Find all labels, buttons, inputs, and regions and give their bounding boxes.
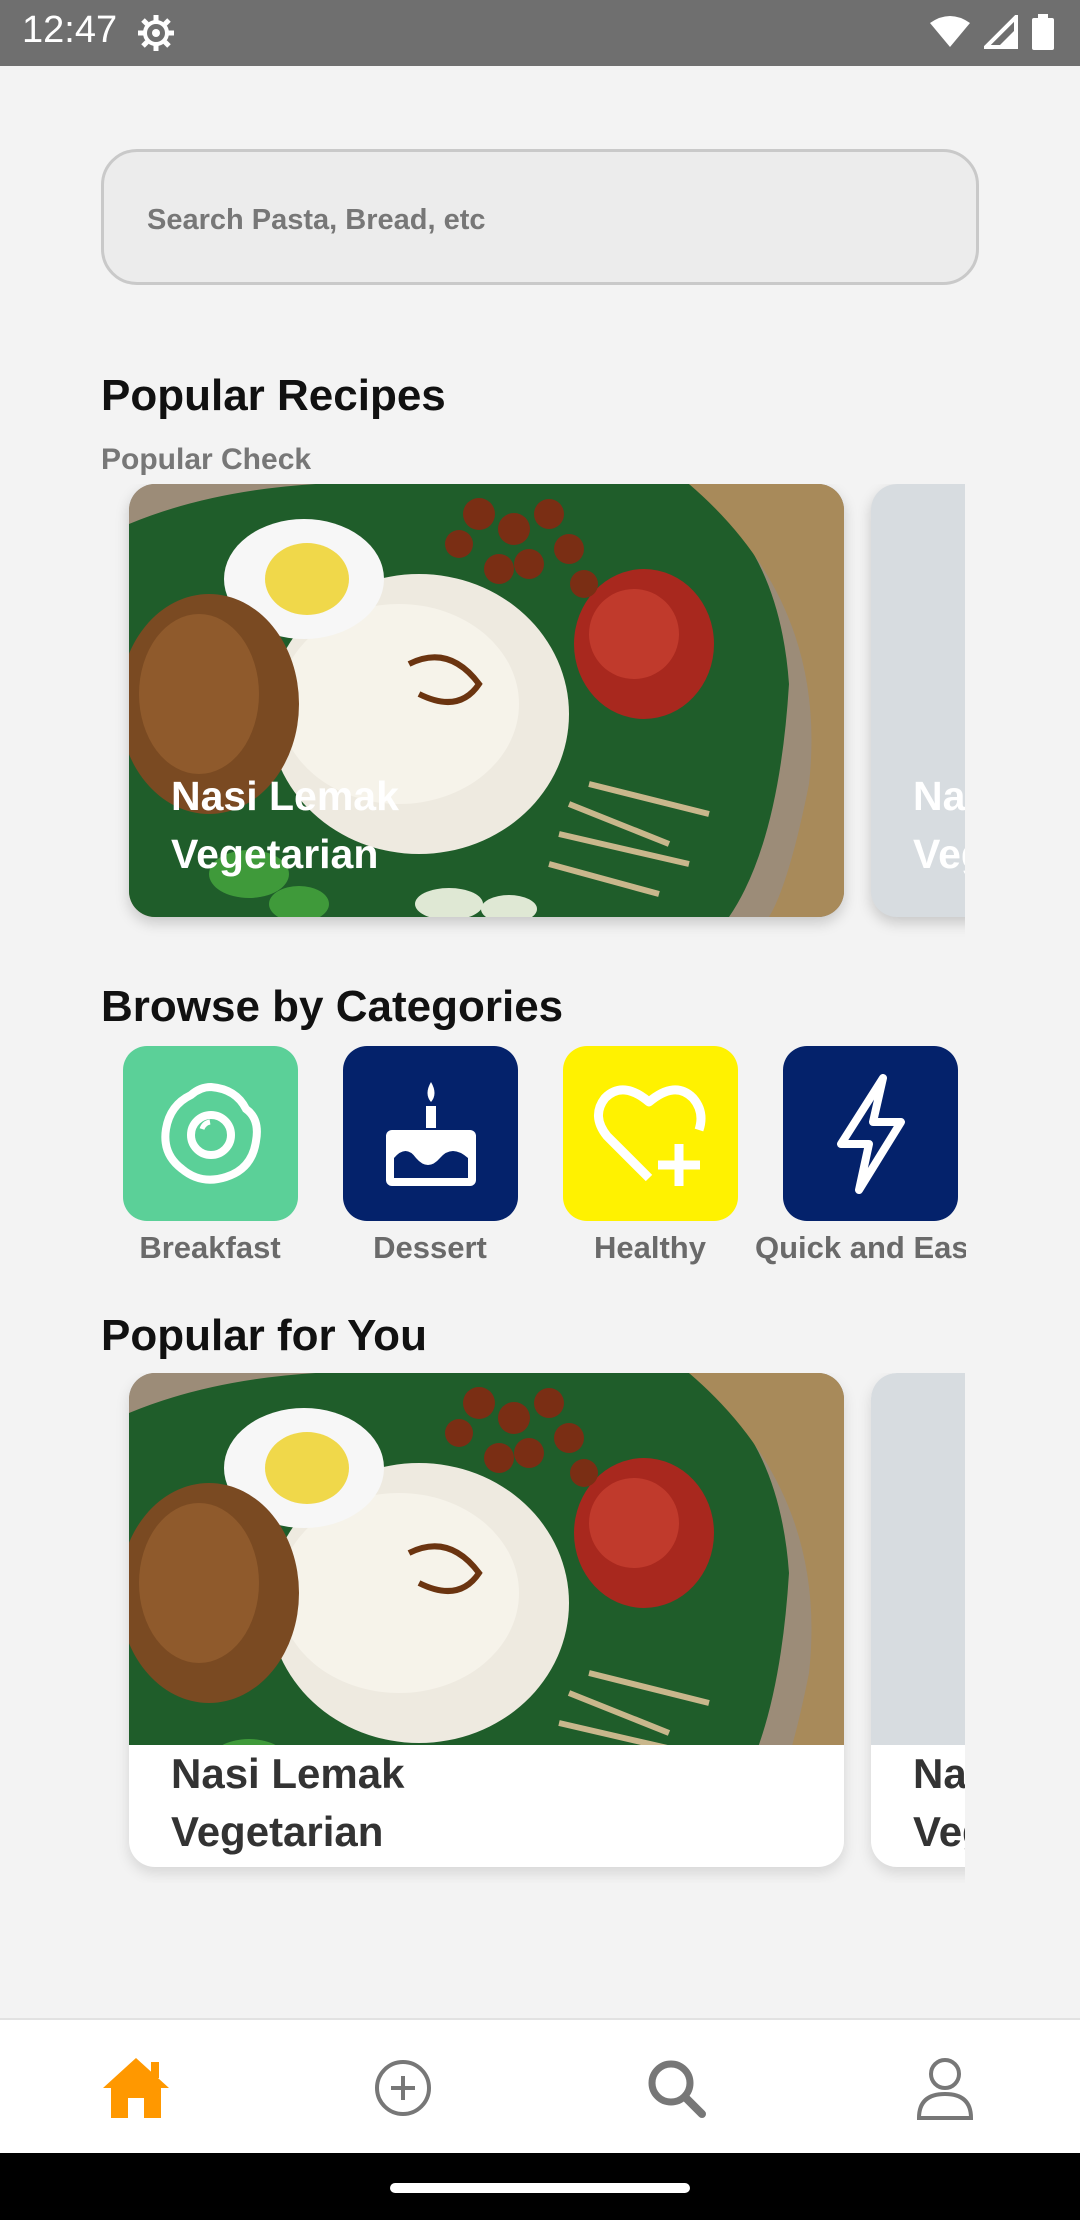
battery-icon	[1032, 14, 1054, 50]
home-gesture-handle[interactable]	[390, 2183, 690, 2193]
category-dessert-button[interactable]	[343, 1046, 518, 1221]
recipe-card-title: Nasi Lemak Vegetarian	[171, 1750, 405, 1855]
system-gesture-bar	[0, 2153, 1080, 2220]
category-quick-button[interactable]	[783, 1046, 958, 1221]
recipe-card-title: Nasi Lemak Vegetarian	[913, 773, 965, 877]
category-label: Healthy	[594, 1230, 706, 1265]
category-healthy-button[interactable]	[563, 1046, 738, 1221]
cake-icon	[385, 1081, 476, 1186]
nav-profile-button[interactable]	[909, 2052, 981, 2124]
recipe-card-title: Nasi Lemak Vegetarian	[913, 1750, 965, 1855]
category-breakfast-button[interactable]	[123, 1046, 298, 1221]
category-label-clip: Quick and Easy	[755, 1230, 966, 1266]
popular-recipes-carousel[interactable]: Nasi Lemak Vegetarian Nasi Lemak Vegetar…	[101, 484, 965, 944]
settings-gear-icon	[138, 15, 174, 51]
search-input[interactable]: Search Pasta, Bread, etc	[101, 149, 979, 285]
status-time: 12:47	[22, 9, 118, 51]
lightning-icon	[836, 1073, 905, 1194]
nav-search-button[interactable]	[640, 2052, 712, 2124]
popular-for-you-title: Popular for You	[101, 1311, 427, 1360]
heart-plus-icon	[593, 1085, 705, 1186]
category-label: Dessert	[373, 1230, 487, 1265]
popular-recipes-title: Popular Recipes	[101, 371, 446, 420]
nav-add-button[interactable]	[367, 2052, 439, 2124]
recipe-card[interactable]: Nasi Lemak Vegetarian	[129, 1373, 844, 1867]
wifi-icon	[930, 16, 970, 47]
category-label: Quick and Easy	[755, 1230, 966, 1265]
status-bar: 12:47	[0, 0, 1080, 66]
search-icon	[648, 2060, 706, 2118]
recipe-card-title: Nasi Lemak Vegetarian	[171, 773, 399, 877]
home-icon	[103, 2058, 169, 2118]
recipe-card[interactable]: Nasi Lemak Vegetarian	[129, 484, 844, 917]
categories-title: Browse by Categories	[101, 982, 564, 1031]
food-image	[871, 1373, 965, 1745]
recipe-card[interactable]: Nasi Lemak Vegetarian	[871, 484, 965, 917]
status-icons	[930, 14, 1054, 50]
category-label: Breakfast	[139, 1230, 281, 1265]
signal-icon	[984, 15, 1018, 49]
search-placeholder: Search Pasta, Bread, etc	[147, 204, 486, 236]
profile-icon	[916, 2058, 974, 2120]
recipe-card[interactable]: Nasi Lemak Vegetarian	[871, 1373, 965, 1867]
food-image	[129, 1373, 844, 1745]
bottom-navigation	[0, 2018, 1080, 2153]
popular-recipes-subtitle: Popular Check	[101, 443, 312, 476]
popular-for-you-carousel[interactable]: Nasi Lemak Vegetarian Nasi Lemak Vegetar…	[101, 1373, 965, 1883]
nav-home-button[interactable]	[100, 2052, 172, 2124]
food-image-graphic	[129, 1373, 844, 1745]
add-circle-icon	[375, 2060, 431, 2116]
fried-egg-icon	[160, 1082, 261, 1184]
